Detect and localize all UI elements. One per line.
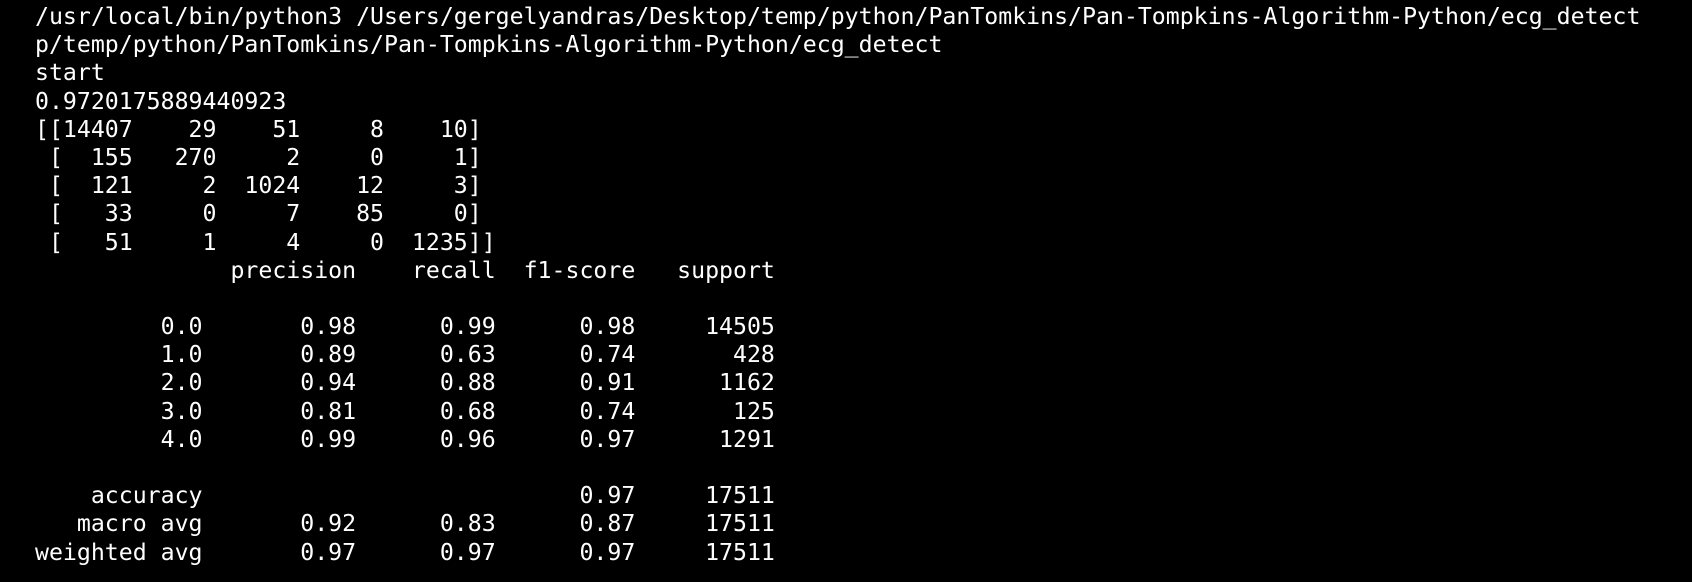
confusion-matrix-row: [ 121 2 1024 12 3] [35, 172, 482, 200]
command-line: /usr/local/bin/python3 /Users/gergelyand… [35, 3, 1641, 30]
report-row: 2.0 0.94 0.88 0.91 1162 [35, 369, 775, 397]
report-row: 1.0 0.89 0.63 0.74 428 [35, 341, 775, 369]
report-accuracy-row: accuracy 0.97 17511 [35, 482, 775, 510]
output-start: start [35, 59, 105, 87]
confusion-matrix-row: [[14407 29 51 8 10] [35, 115, 482, 143]
report-row: 4.0 0.99 0.96 0.97 1291 [35, 425, 775, 453]
output-accuracy-value: 0.9720175889440923 [35, 87, 287, 115]
command-line-wrap: p/temp/python/PanTomkins/Pan-Tompkins-Al… [35, 31, 943, 59]
report-row: 0.0 0.98 0.99 0.98 14505 [35, 313, 775, 341]
report-macro-avg-row: macro avg 0.92 0.83 0.87 17511 [35, 510, 775, 538]
confusion-matrix-row: [ 51 1 4 0 1235]] [35, 228, 496, 256]
report-weighted-avg-row: weighted avg 0.97 0.97 0.97 17511 [35, 538, 775, 566]
report-row: 3.0 0.81 0.68 0.74 125 [35, 397, 775, 425]
confusion-matrix-row: [ 33 0 7 85 0] [35, 200, 482, 228]
terminal-output: /usr/local/bin/python3 /Users/gergelyand… [35, 3, 1692, 582]
confusion-matrix-row: [ 155 270 2 0 1] [35, 143, 482, 171]
report-header: precision recall f1-score support [35, 256, 775, 284]
